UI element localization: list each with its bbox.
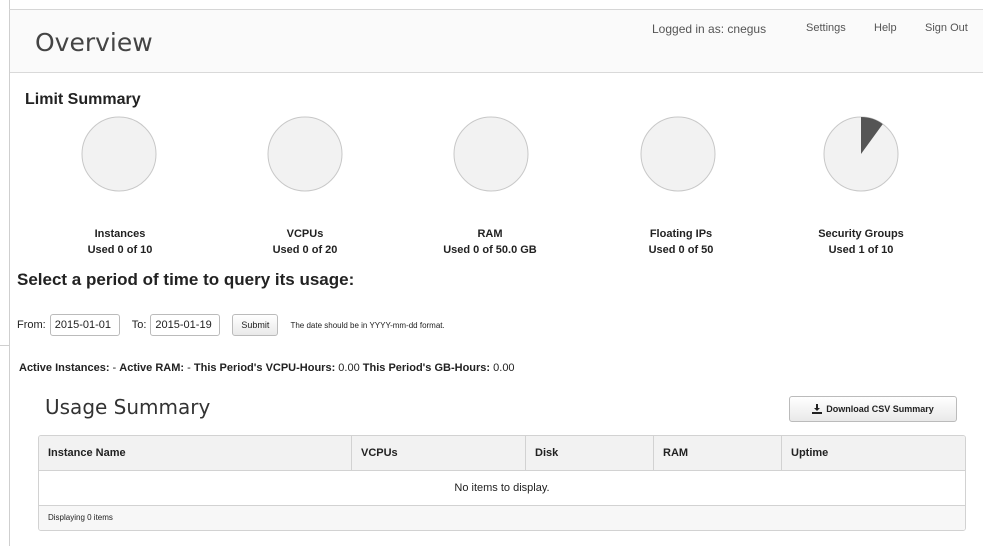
- active-ram-value: -: [187, 362, 191, 374]
- usage-stats-line: Active Instances: - Active RAM: - This P…: [19, 362, 515, 374]
- column-header-ram[interactable]: RAM: [654, 436, 782, 470]
- instances-quota-pie: [81, 116, 157, 192]
- download-icon: [812, 404, 823, 414]
- security-groups-quota-label: Security Groups: [818, 228, 904, 240]
- submit-button[interactable]: Submit: [232, 314, 279, 336]
- instances-quota-usage: Used 0 of 10: [87, 244, 153, 256]
- column-header-vcpus[interactable]: VCPUs: [352, 436, 526, 470]
- usage-table: Instance Name VCPUs Disk RAM Uptime No i…: [38, 435, 966, 531]
- to-label: To:: [131, 319, 147, 331]
- column-header-uptime[interactable]: Uptime: [782, 436, 965, 470]
- table-footer-count: Displaying 0 items: [39, 506, 965, 530]
- download-csv-button[interactable]: Download CSV Summary: [789, 396, 957, 422]
- logged-in-user: Logged in as: cnegus: [652, 22, 767, 36]
- from-date-input[interactable]: [49, 314, 120, 336]
- period-query-heading: Select a period of time to query its usa…: [17, 270, 355, 289]
- active-ram-label: Active RAM:: [119, 362, 185, 374]
- vcpus-quota-pie: [267, 116, 343, 192]
- usage-summary-heading: Usage Summary: [45, 395, 211, 419]
- empty-table-message: No items to display.: [39, 471, 965, 506]
- floating-ips-quota-usage: Used 0 of 50: [648, 244, 714, 256]
- date-range-form: From: To: Submit The date should be in Y…: [17, 312, 445, 338]
- left-divider: [0, 345, 9, 346]
- settings-link[interactable]: Settings: [806, 22, 846, 34]
- page-header: [10, 10, 983, 73]
- ram-quota-pie: [453, 116, 529, 192]
- ram-quota-label: RAM: [477, 228, 503, 240]
- floating-ips-quota-pie: [640, 116, 716, 192]
- gb-hours-value: 0.00: [493, 362, 515, 374]
- sign-out-link[interactable]: Sign Out: [925, 22, 968, 34]
- floating-ips-quota-label: Floating IPs: [649, 228, 713, 240]
- instances-quota-label: Instances: [94, 228, 146, 240]
- vcpus-quota-label: VCPUs: [286, 228, 324, 240]
- ram-quota-usage: Used 0 of 50.0 GB: [443, 244, 537, 256]
- usage-table-header: Instance Name VCPUs Disk RAM Uptime: [39, 436, 965, 471]
- security-groups-quota-pie: [823, 116, 899, 192]
- vcpu-hours-value: 0.00: [338, 362, 360, 374]
- date-format-hint: The date should be in YYYY-mm-dd format.: [290, 320, 445, 330]
- vcpus-quota-usage: Used 0 of 20: [272, 244, 338, 256]
- gb-hours-label: This Period's GB-Hours:: [362, 362, 491, 374]
- download-csv-label: Download CSV Summary: [826, 404, 934, 414]
- security-groups-quota-usage: Used 1 of 10: [828, 244, 894, 256]
- column-header-disk[interactable]: Disk: [526, 436, 654, 470]
- active-instances-label: Active Instances:: [19, 362, 110, 374]
- column-header-instance-name[interactable]: Instance Name: [39, 436, 352, 470]
- help-link[interactable]: Help: [874, 22, 897, 34]
- left-border: [9, 0, 10, 546]
- page-title: Overview: [35, 28, 153, 57]
- to-date-input[interactable]: [150, 314, 221, 336]
- from-label: From:: [17, 319, 46, 331]
- active-instances-value: -: [112, 362, 117, 374]
- vcpu-hours-label: This Period's VCPU-Hours:: [193, 362, 336, 374]
- limit-summary-heading: Limit Summary: [25, 91, 141, 108]
